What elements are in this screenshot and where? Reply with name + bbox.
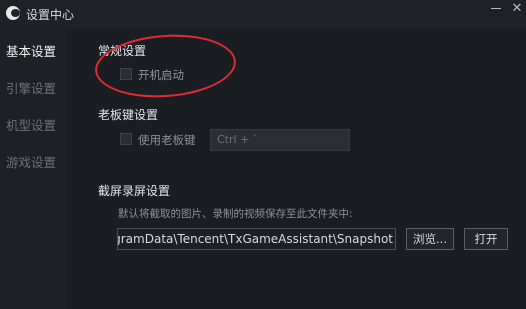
sidebar-item-device[interactable]: 机型设置: [6, 115, 56, 134]
capture-section-title: 截屏录屏设置: [98, 184, 171, 198]
capture-path-hint: 默认将截取的图片、录制的视频保存至此文件夹中:: [118, 208, 353, 220]
app-logo-icon: [6, 6, 20, 20]
settings-panel: 常规设置 开机启动 老板键设置 使用老板键 Ctrl + ` 截屏录屏设置 默认…: [80, 28, 526, 309]
close-icon[interactable]: ✕: [510, 2, 524, 16]
title-bar: 设置中心 ✕: [0, 0, 526, 28]
minimize-icon[interactable]: [491, 8, 501, 9]
sidebar-item-engine[interactable]: 引擎设置: [6, 78, 56, 97]
autostart-checkbox[interactable]: [120, 68, 132, 80]
browse-button[interactable]: 浏览...: [406, 228, 454, 250]
capture-path-input[interactable]: gramData\Tencent\TxGameAssistant\Snapsho…: [117, 228, 396, 250]
open-folder-button[interactable]: 打开: [464, 228, 508, 250]
boss-key-hotkey-input[interactable]: Ctrl + `: [210, 129, 350, 151]
sidebar-item-game[interactable]: 游戏设置: [6, 152, 56, 171]
boss-key-checkbox[interactable]: [120, 133, 132, 145]
sidebar: 基本设置 引擎设置 机型设置 游戏设置: [0, 28, 66, 309]
general-section-title: 常规设置: [98, 44, 147, 58]
sidebar-item-basic[interactable]: 基本设置: [6, 41, 56, 60]
boss-key-label[interactable]: 使用老板键: [138, 132, 196, 148]
boss-key-section-title: 老板键设置: [98, 108, 159, 122]
window-title: 设置中心: [26, 8, 75, 22]
autostart-label[interactable]: 开机启动: [138, 67, 184, 83]
